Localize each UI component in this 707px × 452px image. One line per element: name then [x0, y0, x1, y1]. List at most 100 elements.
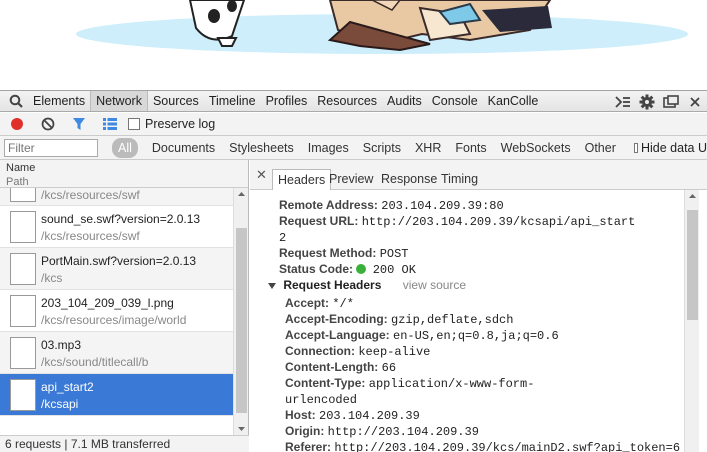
filter-images[interactable]: Images [302, 138, 355, 158]
header-value: gzip,deflate,sdch [391, 313, 514, 327]
tab-console[interactable]: Console [427, 91, 483, 111]
list-view-icon[interactable] [99, 113, 121, 135]
header-key: Host: [285, 408, 316, 422]
filter-fonts[interactable]: Fonts [449, 138, 492, 158]
filter-documents[interactable]: Documents [146, 138, 221, 158]
hide-data-urls-checkbox[interactable] [633, 142, 638, 153]
header-key: Request Method: [279, 246, 377, 260]
header-value: 203.104.209.39 [319, 409, 420, 423]
clear-icon[interactable] [37, 113, 59, 135]
filter-other[interactable]: Other [579, 138, 622, 158]
network-status-bar: 6 requests | 7.1 MB transferred [0, 435, 249, 452]
header-row: Content-Length: 66 [285, 360, 396, 375]
header-key: Origin: [285, 424, 325, 438]
request-detail-panel: ✕ Headers Preview Response Timing Remote… [250, 160, 707, 452]
request-name: api_start2 [41, 380, 94, 394]
close-devtools-icon[interactable] [683, 91, 707, 113]
tab-timing[interactable]: Timing [436, 169, 483, 190]
header-value: en-US,en;q=0.8,ja;q=0.6 [393, 329, 559, 343]
request-path: /kcsapi [41, 397, 79, 411]
header-row: Status Code: 200 OK [279, 262, 416, 277]
preserve-log-checkbox[interactable] [128, 118, 140, 130]
request-headers-section[interactable]: Request Headers view source [268, 278, 466, 292]
header-value: POST [379, 247, 409, 261]
header-key: Status Code: [279, 262, 354, 276]
filter-bar: All Documents Stylesheets Images Scripts… [0, 136, 707, 160]
tab-audits[interactable]: Audits [382, 91, 427, 111]
header-value: 66 [381, 361, 397, 375]
section-title: Request Headers [283, 278, 382, 292]
view-source-link[interactable]: view source [403, 278, 466, 292]
column-path-header[interactable]: Path [6, 176, 29, 188]
request-path: /kcs/sound/titlecall/b [41, 355, 149, 369]
header-row: Request URL: http://203.104.209.39/kcsap… [279, 214, 635, 229]
request-list: Name Path /kcs/resources/swf sound_se.sw… [0, 160, 249, 452]
header-row-wrap: 2 [279, 230, 286, 245]
tab-timeline[interactable]: Timeline [204, 91, 261, 111]
tab-resources[interactable]: Resources [312, 91, 382, 111]
scrollbar-thumb[interactable] [236, 228, 247, 413]
request-path: /kcs/resources/image/world [41, 313, 187, 327]
file-icon [10, 211, 36, 243]
undock-icon[interactable] [659, 91, 683, 113]
header-value: http://203.104.209.39/kcs/mainD2.swf?api… [334, 441, 681, 452]
devtools-toolbar: Elements Network Sources Timeline Profil… [0, 90, 707, 112]
tab-kancolle[interactable]: KanColle [483, 91, 544, 111]
detail-tabs: ✕ Headers Preview Response Timing [250, 160, 707, 190]
header-key: Content-Type: [285, 376, 366, 390]
detail-scrollbar[interactable] [684, 190, 699, 452]
header-value: http://203.104.209.39 [327, 425, 479, 439]
header-key: Accept-Encoding: [285, 312, 388, 326]
request-path: /kcs [41, 271, 63, 285]
tab-network[interactable]: Network [90, 91, 148, 111]
filter-all-button[interactable]: All [112, 137, 138, 158]
request-name: 03.mp3 [41, 338, 82, 352]
scroll-down-arrow-icon[interactable] [234, 423, 249, 435]
close-icon[interactable]: ✕ [256, 167, 267, 183]
scroll-up-arrow-icon[interactable] [234, 188, 249, 200]
filter-websockets[interactable]: WebSockets [495, 138, 577, 158]
header-row: Request Method: POST [279, 246, 409, 261]
settings-gear-icon[interactable] [635, 91, 659, 113]
filter-input[interactable] [4, 138, 98, 157]
list-item[interactable]: /kcs/resources/swf [0, 188, 233, 206]
header-value: 2 [279, 231, 287, 245]
filter-scripts[interactable]: Scripts [357, 138, 407, 158]
filter-xhr[interactable]: XHR [409, 138, 447, 158]
expand-triangle-icon[interactable] [268, 282, 276, 289]
tab-headers[interactable]: Headers [272, 169, 332, 190]
filter-funnel-icon[interactable] [68, 113, 90, 135]
list-item[interactable]: 03.mp3 /kcs/sound/titlecall/b [0, 332, 233, 374]
tab-elements[interactable]: Elements [28, 91, 90, 111]
request-path: /kcs/resources/swf [41, 188, 140, 202]
header-key: Accept-Language: [285, 328, 390, 342]
list-item-selected[interactable]: api_start2 /kcsapi [0, 374, 233, 416]
scrollbar-thumb[interactable] [687, 210, 698, 320]
list-item[interactable]: PortMain.swf?version=2.0.13 /kcs [0, 248, 233, 290]
list-item[interactable]: 203_104_209_039_l.png /kcs/resources/ima… [0, 290, 233, 332]
header-row: Accept-Encoding: gzip,deflate,sdch [285, 312, 513, 327]
header-row: Accept: */* [285, 296, 354, 311]
request-path: /kcs/resources/swf [41, 229, 140, 243]
request-name: 203_104_209_039_l.png [41, 296, 174, 310]
filter-stylesheets[interactable]: Stylesheets [223, 138, 300, 158]
tab-sources[interactable]: Sources [148, 91, 204, 111]
scroll-up-arrow-icon[interactable] [685, 190, 700, 202]
list-item[interactable]: sound_se.swf?version=2.0.13 /kcs/resourc… [0, 206, 233, 248]
header-row: Host: 203.104.209.39 [285, 408, 420, 423]
file-icon [10, 253, 36, 285]
tab-preview[interactable]: Preview [324, 169, 378, 190]
list-header[interactable]: Name Path [0, 160, 248, 188]
header-key: Remote Address: [279, 198, 378, 212]
search-icon[interactable] [4, 90, 28, 112]
column-name-header[interactable]: Name [6, 162, 35, 174]
header-value: keep-alive [358, 345, 431, 359]
tab-profiles[interactable]: Profiles [261, 91, 313, 111]
header-row: Accept-Language: en-US,en;q=0.8,ja;q=0.6 [285, 328, 559, 343]
header-key: Connection: [285, 344, 355, 358]
request-name: PortMain.swf?version=2.0.13 [41, 254, 197, 268]
drawer-toggle-icon[interactable] [611, 91, 635, 113]
record-icon[interactable] [6, 113, 28, 135]
list-scrollbar[interactable] [233, 188, 248, 435]
tab-response[interactable]: Response [376, 169, 442, 190]
